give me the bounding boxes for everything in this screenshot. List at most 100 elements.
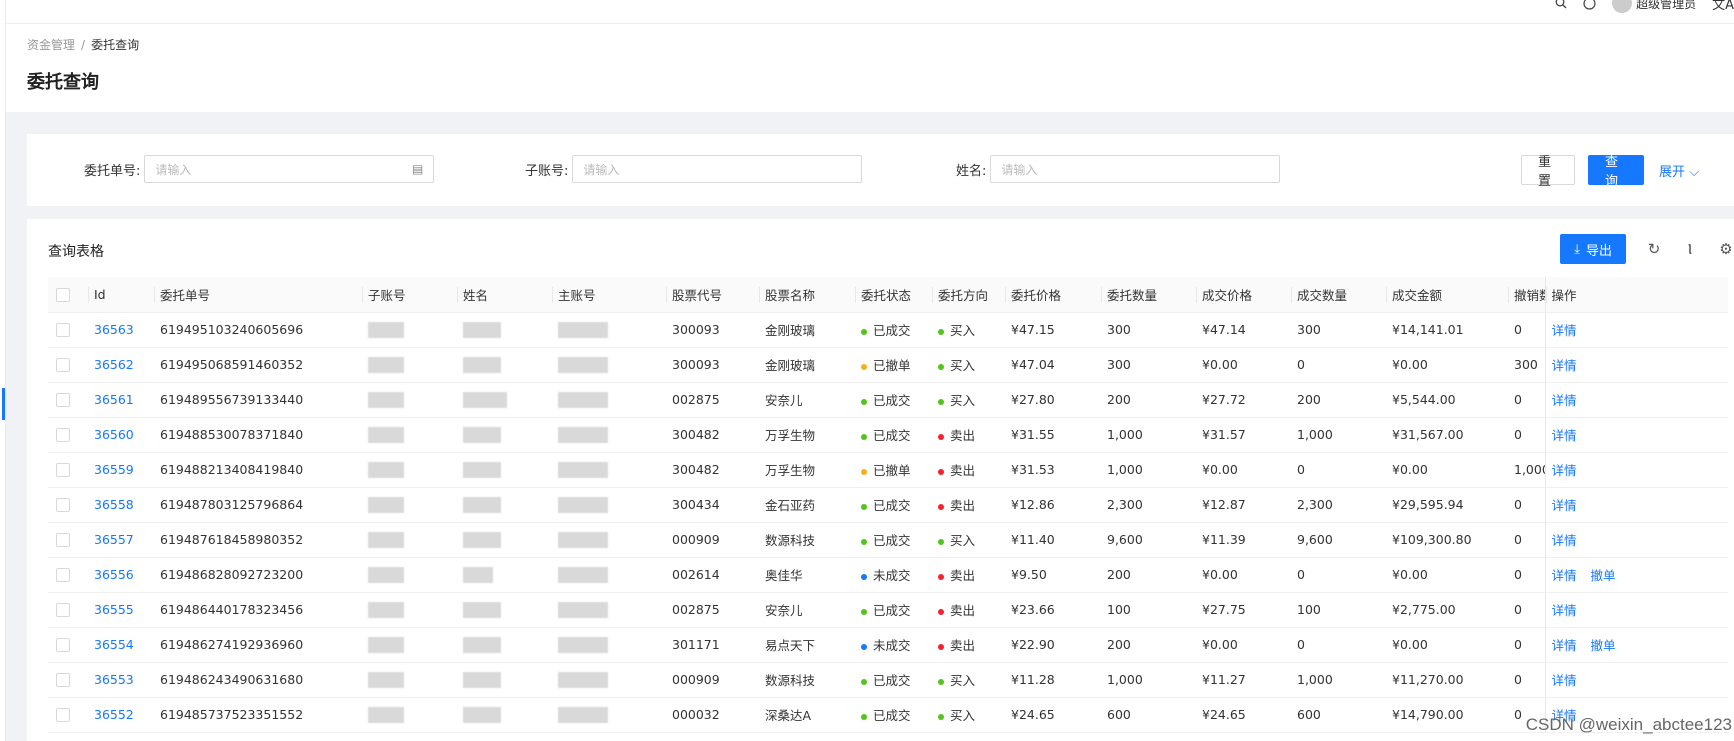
cell-id[interactable]: 36554 [88,627,154,663]
clipboard-icon[interactable]: ▤ [412,162,423,176]
select-all-checkbox[interactable] [56,288,70,302]
cell-status: 未成交 [855,627,932,663]
export-button[interactable]: ⤓ 导出 [1560,234,1626,264]
cell-id[interactable]: 36560 [88,417,154,453]
cell-deal-price: ¥27.75 [1196,592,1291,628]
table-row: 36557 619487618458980352 000909 数源科技 已成交… [48,522,1728,558]
reload-icon[interactable]: ↻ [1646,240,1662,258]
row-select[interactable] [48,557,88,593]
search-icon[interactable] [1555,0,1567,9]
row-select[interactable] [48,697,88,733]
settings-icon[interactable]: ⚙ [1718,240,1734,258]
sub-account-input[interactable]: 请输入 [572,155,863,183]
row-select[interactable] [48,522,88,558]
cell-operation: 详情 [1544,382,1728,418]
page-title: 委托查询 [27,72,99,93]
cell-order-no: 619495103240605696 [154,312,362,348]
expand-toggle[interactable]: 展开 ⌵ [1659,161,1699,180]
cell-id[interactable]: 36563 [88,312,154,348]
row-checkbox[interactable] [56,393,70,408]
cell-price: ¥27.80 [1005,382,1101,418]
redacted-name [463,461,501,478]
cell-order-no: 619489556739133440 [154,382,362,418]
detail-link[interactable]: 详情 [1552,323,1577,338]
detail-link[interactable]: 详情 [1552,428,1577,443]
user-menu[interactable]: 超级管理员 [1612,0,1696,13]
redacted-name [463,671,501,688]
cell-deal-qty: 0 [1291,627,1386,663]
cell-id[interactable]: 36556 [88,557,154,593]
help-icon[interactable] [1583,0,1596,10]
row-select[interactable] [48,662,88,698]
query-button[interactable]: 查 询 [1588,155,1644,189]
row-select[interactable] [48,627,88,663]
cell-status: 已成交 [855,382,932,418]
translate-icon[interactable]: 文A [1712,0,1734,13]
cancel-order-link[interactable]: 撤单 [1591,638,1616,653]
cell-id[interactable]: 36552 [88,697,154,733]
cell-operation: 详情 [1544,662,1728,698]
row-select[interactable] [48,452,88,488]
cell-stock-code: 000909 [666,522,759,558]
cell-direction: 卖出 [932,417,1005,453]
cell-id[interactable]: 36553 [88,662,154,698]
status-dot [861,538,867,545]
row-checkbox[interactable] [56,568,70,583]
cancel-order-link[interactable]: 撤单 [1591,568,1616,583]
row-checkbox[interactable] [56,638,70,653]
order-no-input[interactable]: 请输入 ▤ [144,155,435,183]
redacted-sub-account [368,391,404,408]
row-select[interactable] [48,312,88,348]
row-select[interactable] [48,592,88,628]
redacted-name [463,496,501,513]
row-checkbox[interactable] [56,498,70,513]
row-select[interactable] [48,347,88,383]
cell-id[interactable]: 36559 [88,452,154,488]
cell-id[interactable]: 36555 [88,592,154,628]
direction-dot [938,678,944,685]
active-nav-indicator [2,388,5,420]
row-checkbox[interactable] [56,708,70,723]
row-checkbox[interactable] [56,603,70,618]
avatar [1612,0,1633,13]
row-checkbox[interactable] [56,463,70,478]
row-select[interactable] [48,487,88,523]
cell-id[interactable]: 36558 [88,487,154,523]
row-checkbox[interactable] [56,533,70,548]
cell-id[interactable]: 36561 [88,382,154,418]
cell-name [457,697,552,733]
detail-link[interactable]: 详情 [1552,498,1577,513]
row-select[interactable] [48,417,88,453]
detail-link[interactable]: 详情 [1552,463,1577,478]
cell-id[interactable]: 36562 [88,347,154,383]
row-checkbox[interactable] [56,358,70,373]
breadcrumb-parent[interactable]: 资金管理 [27,38,75,52]
row-checkbox[interactable] [56,673,70,688]
cell-operation: 详情 [1544,452,1728,488]
direction-dot [938,363,944,370]
reset-button[interactable]: 重置 [1521,155,1575,189]
name-input[interactable]: 请输入 [990,155,1281,183]
table-header-row: Id 委托单号 子账号 姓名 主账号 股票代号 股票名称 委托状态 委托方向 委托价格 委托数量 成交… [48,277,1728,313]
detail-link[interactable]: 详情 [1552,638,1577,653]
cell-direction: 卖出 [932,557,1005,593]
detail-link[interactable]: 详情 [1552,358,1577,373]
cell-sub-account [362,382,457,418]
row-select[interactable] [48,382,88,418]
cell-name [457,382,552,418]
detail-link[interactable]: 详情 [1552,533,1577,548]
cell-deal-price: ¥0.00 [1196,627,1291,663]
detail-link[interactable]: 详情 [1552,603,1577,618]
cell-main-account [552,487,666,523]
header-order-status: 委托状态 [855,277,932,313]
column-height-icon[interactable]: Ⲓ [1682,240,1698,258]
header-select-all[interactable] [48,277,88,313]
detail-link[interactable]: 详情 [1552,568,1577,583]
redacted-main-account [558,426,608,443]
redacted-sub-account [368,601,404,618]
row-checkbox[interactable] [56,323,70,338]
row-checkbox[interactable] [56,428,70,443]
detail-link[interactable]: 详情 [1552,673,1577,688]
detail-link[interactable]: 详情 [1552,393,1577,408]
cell-id[interactable]: 36557 [88,522,154,558]
